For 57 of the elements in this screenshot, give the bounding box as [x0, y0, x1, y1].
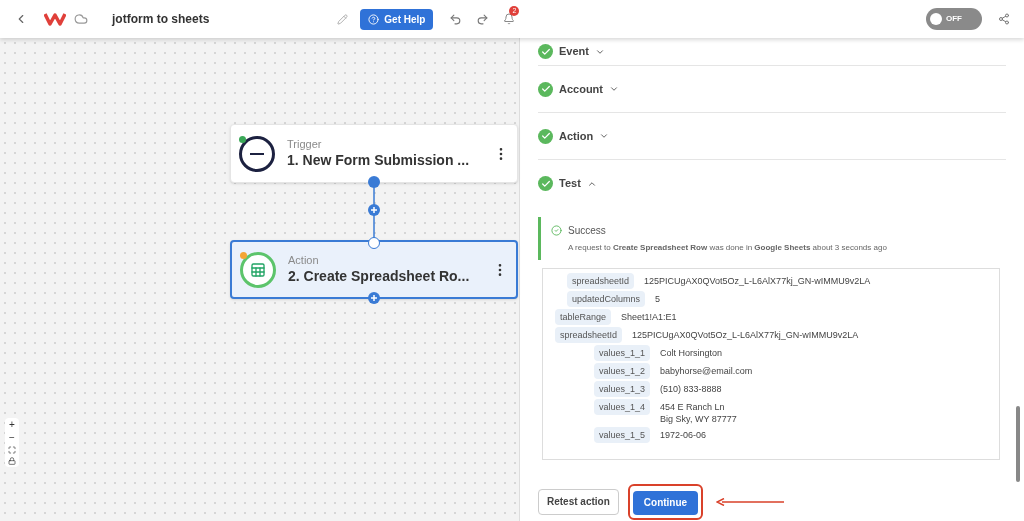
- notification-icon[interactable]: [503, 13, 516, 25]
- field-value: (510) 833-8888: [660, 383, 722, 395]
- step-title: 1. New Form Submission ...: [287, 151, 471, 170]
- field-key: tableRange: [555, 309, 612, 325]
- chevron-down-icon: [599, 131, 610, 141]
- zoom-in-button[interactable]: +: [9, 420, 15, 430]
- field-value: 125PICUgAX0QVot5Oz_L-L6AlX77kj_GN-wIMMU9v2LA: [632, 329, 859, 341]
- logo-icon: [239, 135, 275, 172]
- field-value: babyhorse@email.com: [660, 365, 753, 377]
- lock-icon[interactable]: [8, 457, 16, 465]
- field-key: spreadsheetId: [555, 327, 623, 343]
- field-key: updatedColumns: [567, 291, 646, 307]
- section-header[interactable]: Test: [538, 160, 1006, 207]
- step-card[interactable]: Action 2. Create Spreadsheet Ro...: [230, 240, 518, 299]
- section-header[interactable]: Action: [538, 113, 1006, 160]
- cloud-icon: [74, 12, 88, 26]
- field-value: 5: [655, 293, 661, 305]
- zoom-out-button[interactable]: −: [9, 433, 15, 443]
- field-key: values_1_1: [594, 345, 651, 361]
- continue-button[interactable]: Continue: [632, 490, 699, 515]
- logo-icon: [44, 12, 66, 26]
- field-value: 454 E Ranch Ln: [660, 401, 726, 413]
- workflow-title: jotform to sheets: [112, 11, 210, 28]
- field-value: Colt Horsington: [660, 347, 723, 359]
- step-type: Trigger: [287, 137, 323, 152]
- step-title: 2. Create Spreadsheet Ro...: [288, 267, 471, 286]
- success-icon: [551, 225, 562, 236]
- field-key: values_1_5: [594, 427, 651, 443]
- field-value: Big Sky, WY 87777: [660, 413, 737, 425]
- arrow-icon: [716, 497, 785, 506]
- help-icon: [368, 13, 380, 25]
- field-value: 125PICUgAX0QVot5Oz_L-L6AlX77kj_GN-wIMMU9v2LA: [644, 275, 871, 287]
- undo-icon[interactable]: [449, 12, 463, 26]
- success-message: A request to Create Spreadsheet Row was done in Google Sheets about 3 seconds ago: [568, 242, 888, 254]
- field-key: spreadsheetId: [567, 273, 635, 289]
- retest-button[interactable]: Retest action: [538, 488, 619, 515]
- field-key: values_1_2: [594, 363, 651, 379]
- chevron-down-icon: [609, 84, 619, 94]
- step-type: Action: [288, 253, 320, 268]
- fit-view-icon[interactable]: [8, 446, 16, 454]
- field-key: values_1_4: [594, 399, 651, 415]
- sheet-icon: [240, 251, 276, 288]
- check-icon: [538, 81, 553, 97]
- check-icon: [538, 44, 553, 59]
- help-button[interactable]: Get Help: [360, 8, 434, 30]
- check-icon: [538, 176, 553, 191]
- field-value: Sheet1!A1:E1: [621, 311, 677, 323]
- section-header[interactable]: Account: [538, 66, 1006, 113]
- redo-icon[interactable]: [476, 12, 490, 26]
- success-title: Success: [568, 224, 606, 238]
- field-key: values_1_3: [594, 381, 651, 397]
- share-icon[interactable]: [998, 13, 1010, 25]
- field-value: 1972-06-06: [660, 429, 707, 441]
- add-step-icon[interactable]: [368, 292, 380, 304]
- section-header[interactable]: Event: [538, 38, 1006, 66]
- check-icon: [538, 128, 553, 144]
- step-card[interactable]: Trigger 1. New Form Submission ...: [230, 124, 518, 183]
